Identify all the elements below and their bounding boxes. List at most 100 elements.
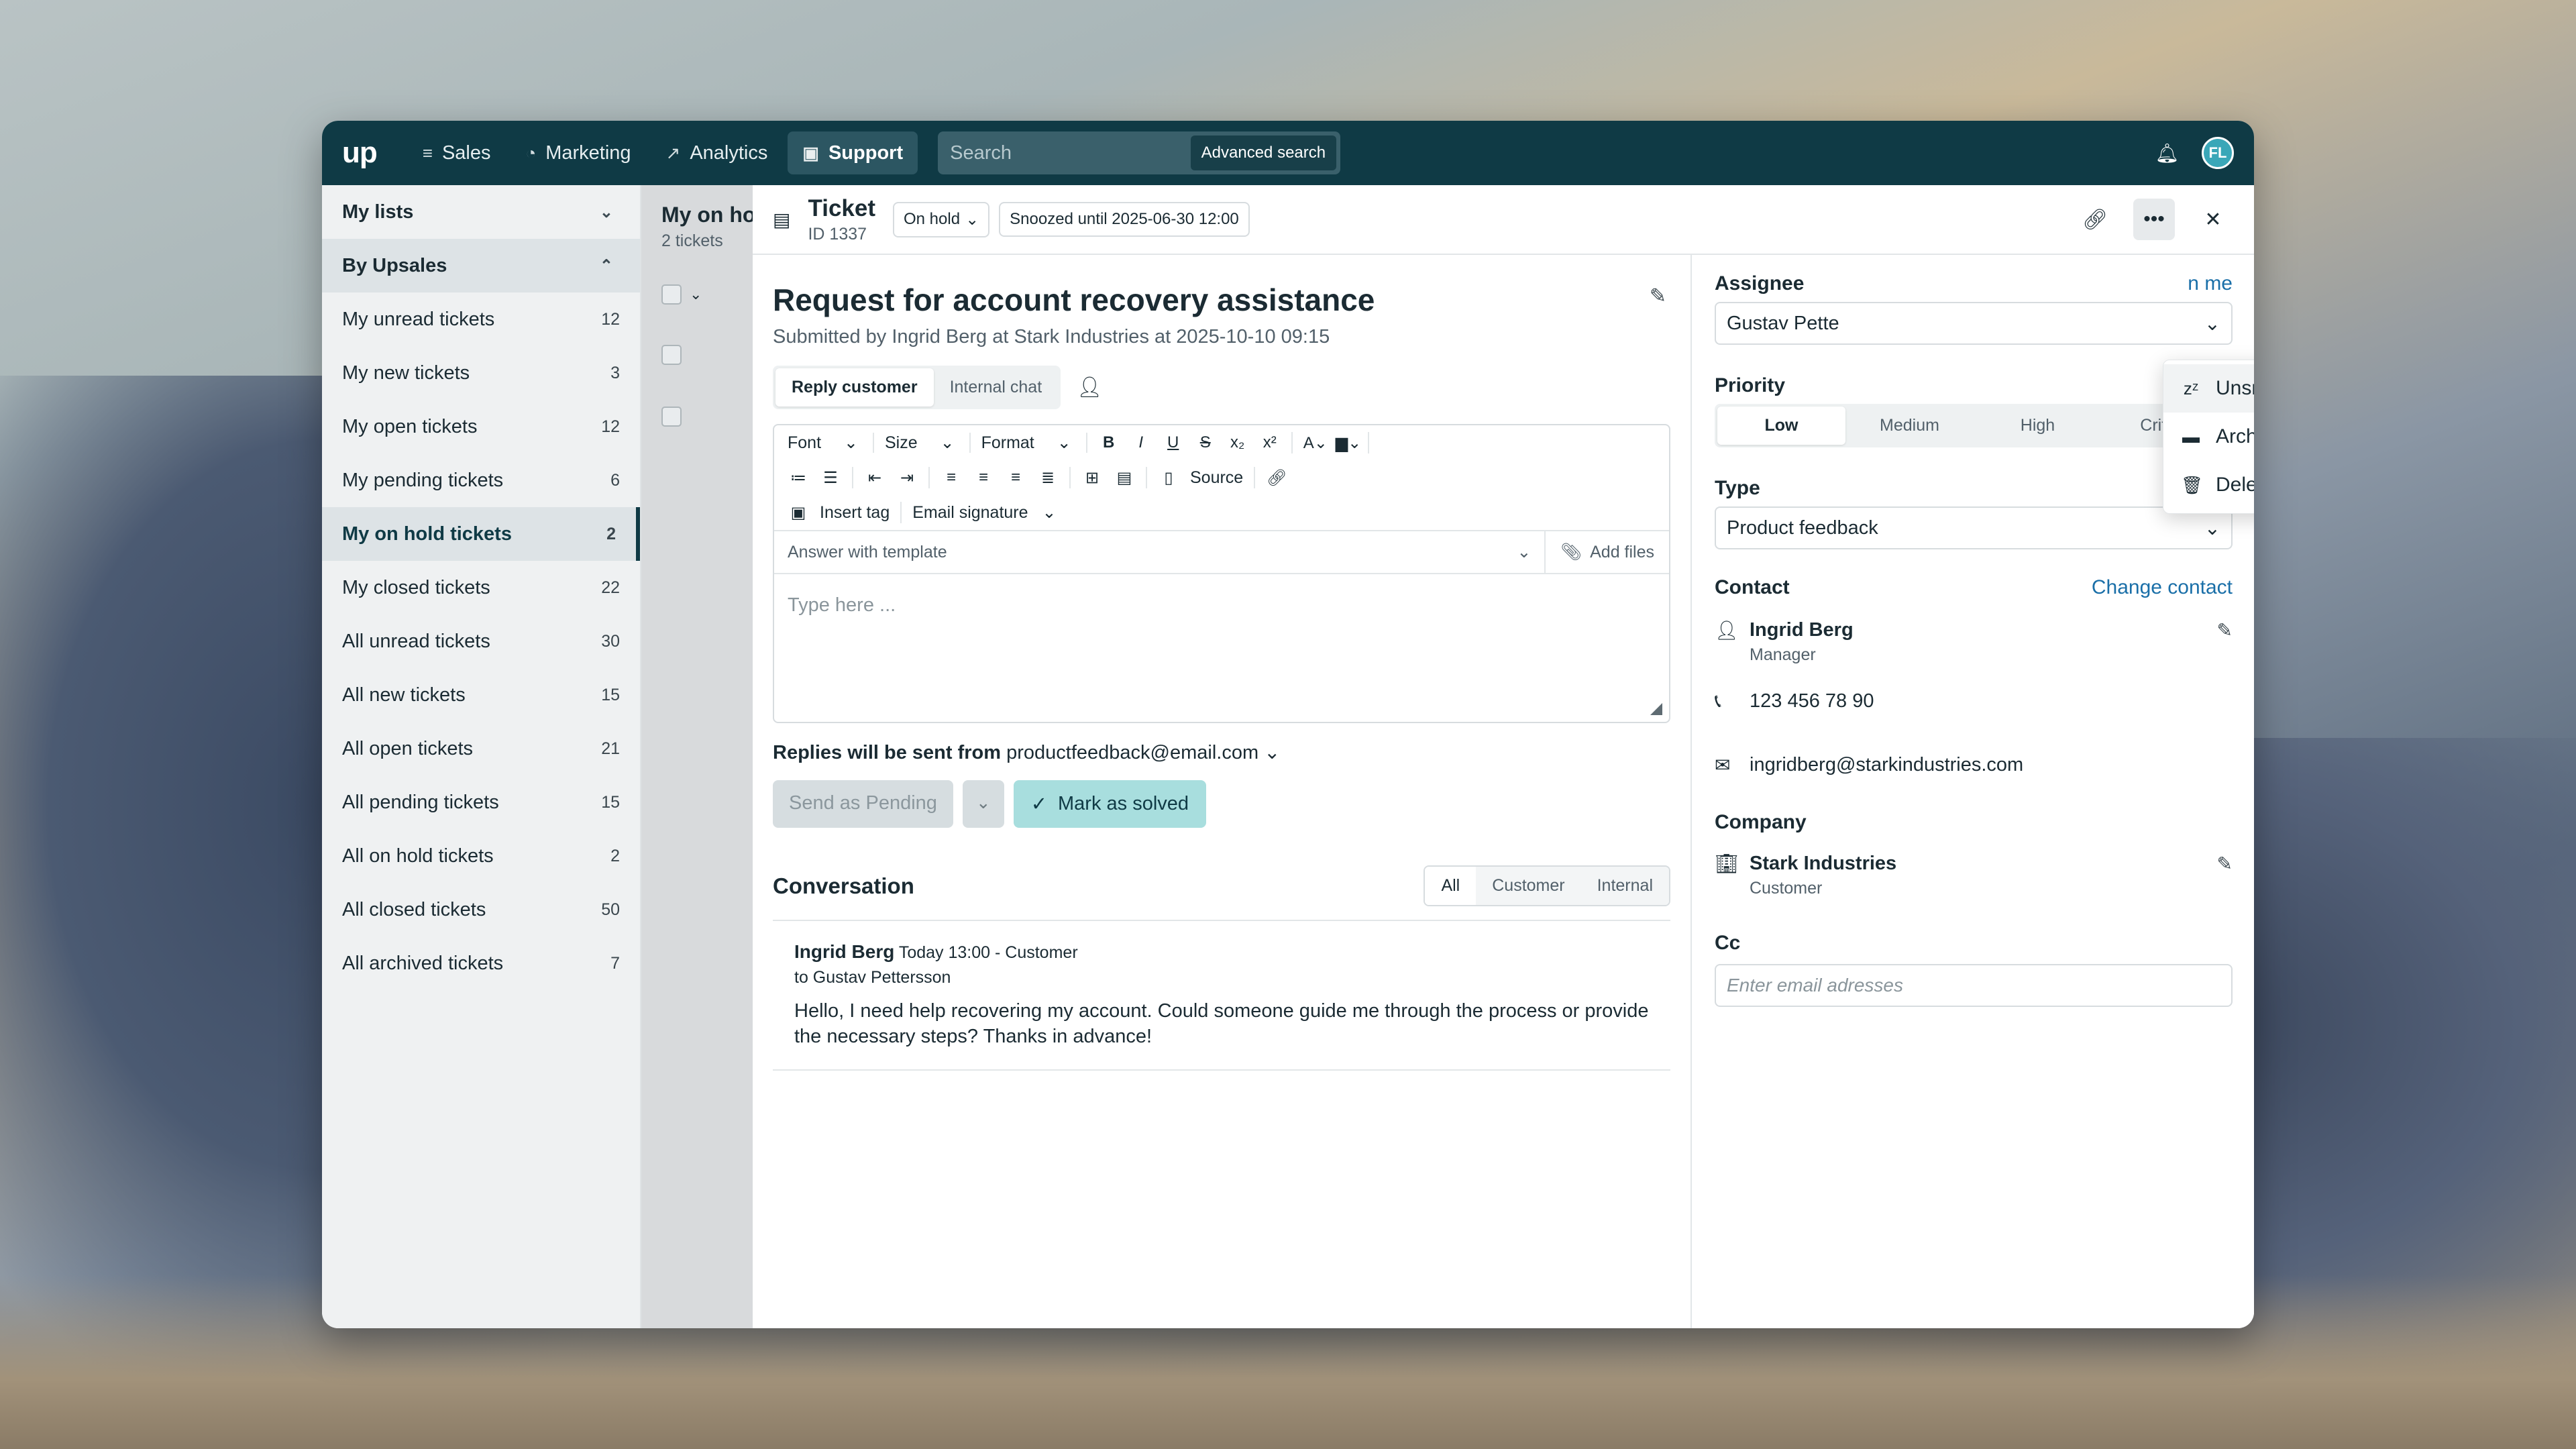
- template-select[interactable]: Answer with template ⌄: [774, 531, 1546, 573]
- insert-tag-button[interactable]: Insert tag: [820, 503, 890, 523]
- sidebar-item[interactable]: All closed tickets 50: [322, 883, 640, 936]
- bell-icon[interactable]: 🔔︎: [2155, 142, 2179, 164]
- assignee-select[interactable]: Gustav Pette ⌄: [1715, 302, 2233, 345]
- size-select[interactable]: Size ⌄: [885, 433, 971, 453]
- priority-high[interactable]: High: [1974, 407, 2102, 445]
- subscript-icon[interactable]: x₂: [1227, 433, 1248, 452]
- edit-icon[interactable]: ✎: [1650, 284, 1666, 308]
- resize-handle[interactable]: [1650, 703, 1662, 715]
- chevron-down-icon: ⌄: [2204, 313, 2220, 335]
- underline-icon[interactable]: U: [1163, 433, 1184, 452]
- list-title: My on hold tickets: [661, 203, 754, 227]
- sidebar-item[interactable]: All new tickets 15: [322, 668, 640, 722]
- company-name[interactable]: Stark Industries: [1750, 853, 1896, 875]
- sidebar-item[interactable]: All archived tickets 7: [322, 936, 640, 990]
- link-icon[interactable]: 🔗︎: [2074, 199, 2116, 240]
- bullet-list-icon[interactable]: ☰: [820, 468, 841, 488]
- filter-customer[interactable]: Customer: [1476, 867, 1581, 905]
- align-center-icon[interactable]: ≡: [973, 468, 994, 487]
- nav-marketing[interactable]: ◔ Marketing: [511, 131, 645, 174]
- sidebar-item[interactable]: My on hold tickets 2: [322, 507, 640, 561]
- font-select[interactable]: Font ⌄: [788, 433, 874, 453]
- sidebar-item[interactable]: My open tickets 12: [322, 400, 640, 453]
- table-icon[interactable]: ⊞: [1081, 468, 1103, 488]
- menu-unsnooze[interactable]: zᶻ Unsnooze: [2163, 364, 2254, 413]
- menu-archive[interactable]: ▬ Archive: [2163, 413, 2254, 461]
- sidebar-item[interactable]: All pending tickets 15: [322, 775, 640, 829]
- sidebar-item[interactable]: My pending tickets 6: [322, 453, 640, 507]
- by-upsales-header[interactable]: By Upsales ⌃: [322, 239, 640, 292]
- tab-reply-customer[interactable]: Reply customer: [775, 368, 934, 407]
- menu-archive-label: Archive: [2216, 425, 2254, 447]
- format-select[interactable]: Format ⌄: [981, 433, 1087, 453]
- strikethrough-icon[interactable]: S: [1195, 433, 1216, 452]
- search-input[interactable]: [950, 142, 1165, 164]
- outdent-icon[interactable]: ⇤: [864, 468, 885, 488]
- source-button[interactable]: Source: [1190, 468, 1243, 488]
- mark-as-solved-label: Mark as solved: [1058, 793, 1189, 814]
- nav-support[interactable]: ▣ Support: [788, 131, 918, 174]
- indent-icon[interactable]: ⇥: [896, 468, 918, 488]
- sidebar-item-label: My unread tickets: [342, 308, 495, 330]
- sidebar-item-label: All pending tickets: [342, 791, 499, 813]
- contact-phone[interactable]: 123 456 78 90: [1750, 690, 1874, 712]
- sidebar-item[interactable]: All on hold tickets 2: [322, 829, 640, 883]
- align-left-icon[interactable]: ≡: [941, 468, 962, 487]
- superscript-icon[interactable]: x²: [1259, 433, 1281, 452]
- chart-icon: ↗: [665, 142, 681, 163]
- nav-sales-label: Sales: [441, 142, 491, 164]
- avatar[interactable]: FL: [2202, 137, 2234, 169]
- chevron-down-icon[interactable]: ⌄: [690, 286, 702, 303]
- select-all-checkbox[interactable]: [661, 284, 682, 305]
- background-color-icon[interactable]: ▆⌄: [1336, 433, 1362, 453]
- change-contact-link[interactable]: Change contact: [2092, 576, 2233, 599]
- contact-email[interactable]: ingridberg@starkindustries.com: [1750, 754, 2023, 776]
- add-files-button[interactable]: 📎︎ Add files: [1546, 543, 1669, 562]
- edit-icon[interactable]: ✎: [2217, 619, 2233, 641]
- send-as-pending-button[interactable]: Send as Pending: [773, 780, 953, 828]
- filter-all[interactable]: All: [1425, 867, 1477, 905]
- advanced-search-button[interactable]: Advanced search: [1190, 136, 1337, 170]
- status-dropdown[interactable]: On hold ⌄: [893, 201, 990, 237]
- type-select[interactable]: Product feedback ⌄: [1715, 506, 2233, 549]
- align-right-icon[interactable]: ≡: [1005, 468, 1026, 487]
- user-icon[interactable]: 👤︎: [1077, 376, 1102, 399]
- reply-textarea[interactable]: Type here ...: [774, 574, 1669, 722]
- bold-icon[interactable]: B: [1098, 433, 1120, 452]
- sidebar-item[interactable]: My new tickets 3: [322, 346, 640, 400]
- send-options-button[interactable]: ⌄: [962, 780, 1004, 828]
- email-signature-select[interactable]: Email signature ⌄: [912, 502, 1056, 523]
- justify-icon[interactable]: ≣: [1037, 468, 1059, 488]
- sidebar-item[interactable]: My unread tickets 12: [322, 292, 640, 346]
- nav-analytics[interactable]: ↗ Analytics: [651, 131, 783, 174]
- close-icon[interactable]: ✕: [2192, 199, 2234, 240]
- menu-delete[interactable]: 🗑︎ Delete: [2163, 461, 2254, 509]
- my-lists-label: My lists: [342, 201, 414, 223]
- sidebar-item[interactable]: My closed tickets 22: [322, 561, 640, 614]
- cc-input[interactable]: Enter email adresses: [1715, 964, 2233, 1007]
- horizontal-rule-icon[interactable]: ▤: [1114, 468, 1135, 488]
- row-checkbox[interactable]: [661, 407, 682, 427]
- logo[interactable]: up: [342, 136, 378, 170]
- link-icon[interactable]: 🔗︎: [1266, 468, 1287, 488]
- source-icon[interactable]: ▯: [1158, 468, 1179, 488]
- my-lists-header[interactable]: My lists ⌄: [322, 185, 640, 239]
- text-color-icon[interactable]: A⌄: [1303, 433, 1328, 453]
- sidebar-item[interactable]: All unread tickets 30: [322, 614, 640, 668]
- nav-sales[interactable]: ≡ Sales: [408, 131, 506, 174]
- italic-icon[interactable]: I: [1130, 433, 1152, 452]
- priority-low[interactable]: Low: [1717, 407, 1845, 445]
- numbered-list-icon[interactable]: ≔: [788, 468, 809, 488]
- sidebar-item[interactable]: All open tickets 21: [322, 722, 640, 775]
- mark-as-solved-button[interactable]: ✓ Mark as solved: [1013, 780, 1207, 828]
- filter-internal[interactable]: Internal: [1580, 867, 1669, 905]
- edit-icon[interactable]: ✎: [2217, 853, 2233, 875]
- tab-internal-chat[interactable]: Internal chat: [934, 368, 1059, 407]
- contact-name[interactable]: Ingrid Berg: [1750, 619, 1854, 641]
- priority-medium[interactable]: Medium: [1845, 407, 1974, 445]
- more-icon[interactable]: •••: [2133, 199, 2175, 240]
- sidebar-item-count: 21: [601, 739, 620, 758]
- assign-me-link[interactable]: n me: [2188, 272, 2233, 295]
- from-email-select[interactable]: productfeedback@email.com ⌄: [1006, 742, 1280, 763]
- row-checkbox[interactable]: [661, 345, 682, 365]
